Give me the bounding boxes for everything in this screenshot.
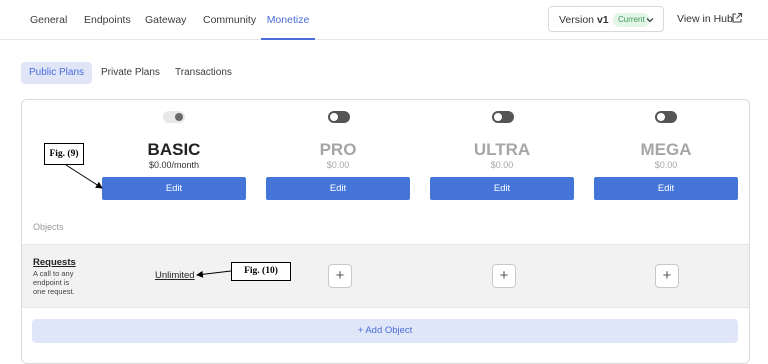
- requests-basic-value[interactable]: Unlimited: [155, 270, 195, 281]
- add-object-button[interactable]: + Add Object: [32, 319, 738, 343]
- plan-name-ultra: ULTRA: [473, 140, 531, 159]
- edit-button-mega[interactable]: Edit: [594, 177, 738, 200]
- add-limit-button-ultra[interactable]: +: [492, 264, 516, 288]
- subtab-private-plans[interactable]: Private Plans: [93, 62, 168, 84]
- fig-9-callout: Fig. (9): [44, 143, 84, 165]
- plan-toggle-mega[interactable]: [655, 111, 677, 123]
- tab-gateway[interactable]: Gateway: [145, 0, 186, 40]
- top-nav: General Endpoints Gateway Community Mone…: [0, 0, 768, 40]
- plan-price-mega: $0.00: [654, 160, 678, 170]
- subtab-transactions[interactable]: Transactions: [167, 62, 240, 84]
- plan-price-ultra: $0.00: [490, 160, 514, 170]
- edit-button-pro[interactable]: Edit: [266, 177, 410, 200]
- plan-name-mega: MEGA: [640, 140, 692, 159]
- plan-price-pro: $0.00: [326, 160, 350, 170]
- objects-label: Objects: [33, 222, 64, 232]
- tab-community[interactable]: Community: [203, 0, 256, 40]
- subtab-public-plans[interactable]: Public Plans: [21, 62, 93, 84]
- edit-button-ultra[interactable]: Edit: [430, 177, 574, 200]
- add-limit-button-mega[interactable]: +: [655, 264, 679, 288]
- add-limit-button-pro[interactable]: +: [328, 264, 352, 288]
- edit-button-basic[interactable]: Edit: [102, 177, 246, 200]
- plan-name-basic: BASIC: [147, 140, 201, 159]
- plan-toggle-pro[interactable]: [328, 111, 350, 123]
- plan-toggle-basic[interactable]: [163, 111, 185, 123]
- plan-name-pro: PRO: [319, 140, 357, 159]
- fig-10-callout: Fig. (10): [231, 262, 291, 281]
- external-link-icon[interactable]: [731, 12, 743, 24]
- view-in-hub-link[interactable]: View in Hub: [677, 13, 733, 25]
- requests-description: A call to any endpoint is one request.: [33, 269, 75, 296]
- tab-general[interactable]: General: [30, 0, 67, 40]
- plan-toggle-ultra[interactable]: [492, 111, 514, 123]
- version-select[interactable]: Version v1 Current: [548, 6, 664, 32]
- tab-endpoints[interactable]: Endpoints: [84, 0, 131, 40]
- plan-price-basic: $0.00/month: [148, 160, 200, 170]
- requests-row: [22, 244, 749, 308]
- requests-title[interactable]: Requests: [33, 257, 76, 268]
- version-label: Version v1: [559, 14, 609, 26]
- tab-monetize[interactable]: Monetize: [261, 0, 315, 40]
- chevron-down-icon: [646, 18, 654, 23]
